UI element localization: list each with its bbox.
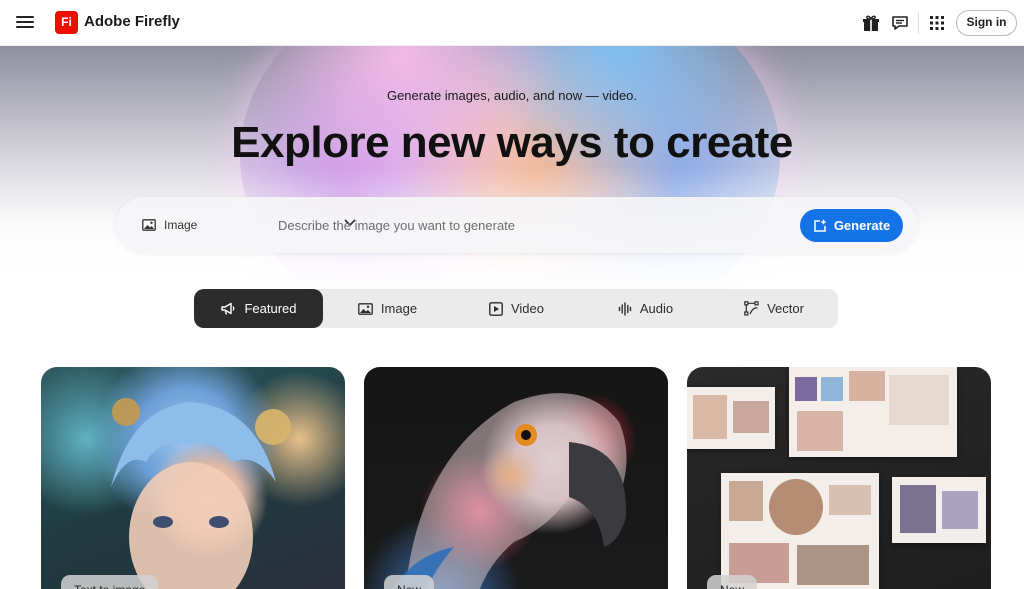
page-title: Explore new ways to create (231, 118, 793, 167)
media-type-selector[interactable]: Image (142, 216, 197, 234)
card-badge: New (384, 575, 435, 589)
tab-image[interactable]: Image (323, 289, 452, 328)
featured-card-text-to-image[interactable]: Text to image (41, 367, 345, 589)
audio-waveform-icon (618, 301, 632, 316)
menu-icon[interactable] (16, 13, 34, 31)
megaphone-icon (221, 302, 235, 315)
top-navigation-bar: Fi Adobe Firefly Sign in (0, 0, 1024, 46)
featured-card-parrot[interactable]: New (364, 367, 668, 589)
gift-icon[interactable] (862, 14, 880, 32)
image-icon (142, 219, 156, 231)
media-type-label: Image (164, 218, 198, 232)
category-tabs: Featured Image Video Audio Vector (194, 289, 838, 328)
header-divider (918, 12, 919, 34)
prompt-input[interactable] (278, 215, 778, 235)
moodboard-panel (892, 477, 986, 543)
feedback-icon[interactable] (891, 14, 909, 32)
tab-label: Audio (639, 301, 674, 316)
vector-icon (744, 301, 759, 316)
video-icon (489, 301, 503, 316)
featured-card-moodboard[interactable]: New (687, 367, 991, 589)
tab-label: Featured (244, 301, 297, 316)
hero-banner: Generate images, audio, and now — video.… (0, 46, 1024, 296)
moodboard-panel (721, 473, 879, 589)
tab-label: Vector (767, 301, 804, 316)
tab-vector[interactable]: Vector (710, 289, 838, 328)
card-badge: Text to image (61, 575, 159, 589)
tab-featured[interactable]: Featured (194, 289, 323, 328)
generate-icon (814, 219, 826, 232)
tab-label: Video (510, 301, 544, 316)
generate-button[interactable]: Generate (800, 209, 903, 242)
card-badge: New (707, 575, 758, 589)
sign-in-button[interactable]: Sign in (956, 10, 1017, 36)
firefly-logo[interactable]: Fi (55, 11, 78, 34)
generate-button-label: Generate (833, 218, 891, 233)
moodboard-panel (687, 387, 775, 449)
prompt-bar: Image Generate (116, 197, 917, 253)
image-icon (358, 302, 373, 315)
brand-name[interactable]: Adobe Firefly (84, 13, 180, 30)
apps-grid-icon[interactable] (928, 14, 946, 32)
tab-video[interactable]: Video (452, 289, 581, 328)
tab-audio[interactable]: Audio (581, 289, 710, 328)
hero-subtitle: Generate images, audio, and now — video. (386, 88, 638, 103)
card-image (393, 393, 627, 589)
tab-label: Image (380, 301, 418, 316)
moodboard-panel (789, 367, 957, 457)
card-image (111, 398, 291, 589)
